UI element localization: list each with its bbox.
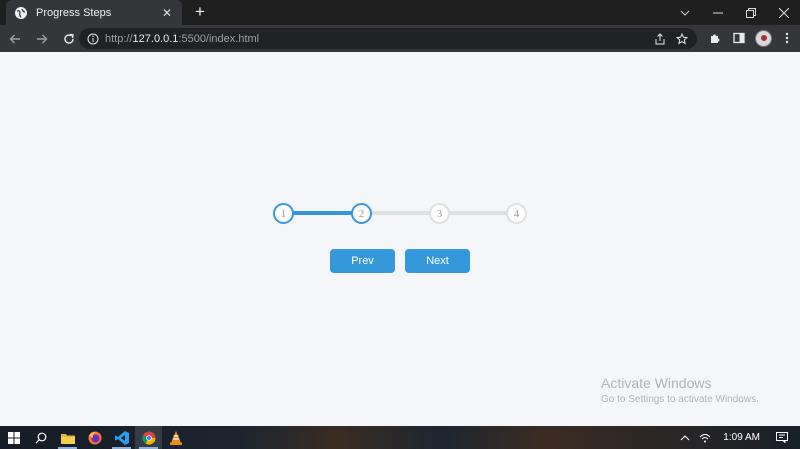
url-text: http://127.0.0.1:5500/index.html	[105, 33, 259, 45]
profile-avatar[interactable]	[751, 26, 775, 50]
side-panel-icon[interactable]	[727, 26, 751, 50]
step-controls: Prev Next	[330, 249, 480, 273]
reload-icon[interactable]	[57, 27, 81, 51]
prev-button[interactable]: Prev	[330, 249, 395, 273]
step-circle-2: 2	[351, 203, 372, 224]
new-tab-button[interactable]: +	[190, 2, 210, 22]
tab-close-icon[interactable]: ✕	[160, 6, 174, 20]
next-button[interactable]: Next	[405, 249, 470, 273]
share-icon[interactable]	[651, 30, 669, 48]
url-host: 127.0.0.1	[132, 32, 179, 45]
windows-taskbar: 1:09 AM	[0, 426, 800, 449]
firefox-icon[interactable]	[81, 426, 108, 449]
avatar	[754, 29, 772, 47]
close-icon[interactable]	[767, 0, 800, 25]
tab-title: Progress Steps	[36, 6, 112, 19]
file-explorer-icon[interactable]	[54, 426, 81, 449]
extensions-puzzle-icon[interactable]	[703, 26, 727, 50]
step-circle-4: 4	[506, 203, 527, 224]
more-menu-icon[interactable]	[775, 26, 799, 50]
chevron-down-icon[interactable]	[668, 0, 701, 25]
notifications-icon[interactable]	[772, 426, 792, 449]
globe-icon	[14, 6, 28, 20]
vlc-icon[interactable]	[162, 426, 189, 449]
search-icon[interactable]	[27, 426, 54, 449]
window-controls	[668, 0, 800, 25]
info-icon[interactable]	[87, 33, 99, 45]
progress-fill	[283, 211, 361, 215]
url-path: :5500/index.html	[178, 32, 260, 45]
activate-windows-watermark: Activate Windows Go to Settings to activ…	[601, 375, 759, 405]
watermark-title: Activate Windows	[601, 375, 712, 391]
back-arrow-icon[interactable]	[3, 27, 27, 51]
wifi-icon[interactable]	[695, 426, 715, 449]
progress-track	[283, 211, 517, 215]
system-tray: 1:09 AM	[675, 426, 800, 449]
address-bar[interactable]: http://127.0.0.1:5500/index.html	[79, 28, 697, 49]
progress-steps: 1 2 3 4	[273, 203, 527, 224]
browser-tab-strip: Progress Steps ✕ +	[0, 0, 800, 25]
watermark-subtitle: Go to Settings to activate Windows.	[601, 394, 759, 405]
minimize-icon[interactable]	[701, 0, 734, 25]
restore-icon[interactable]	[734, 0, 767, 25]
step-circle-1: 1	[273, 203, 294, 224]
browser-toolbar: http://127.0.0.1:5500/index.html	[0, 25, 800, 52]
chevron-up-icon[interactable]	[675, 426, 695, 449]
browser-tab[interactable]: Progress Steps ✕	[6, 0, 182, 25]
step-circle-3: 3	[429, 203, 450, 224]
bookmark-star-icon[interactable]	[673, 30, 691, 48]
vscode-icon[interactable]	[108, 426, 135, 449]
taskbar-clock[interactable]: 1:09 AM	[723, 432, 760, 443]
url-prefix: http://	[105, 32, 133, 45]
forward-arrow-icon[interactable]	[30, 27, 54, 51]
windows-start-icon[interactable]	[0, 426, 27, 449]
chrome-icon[interactable]	[135, 426, 162, 449]
